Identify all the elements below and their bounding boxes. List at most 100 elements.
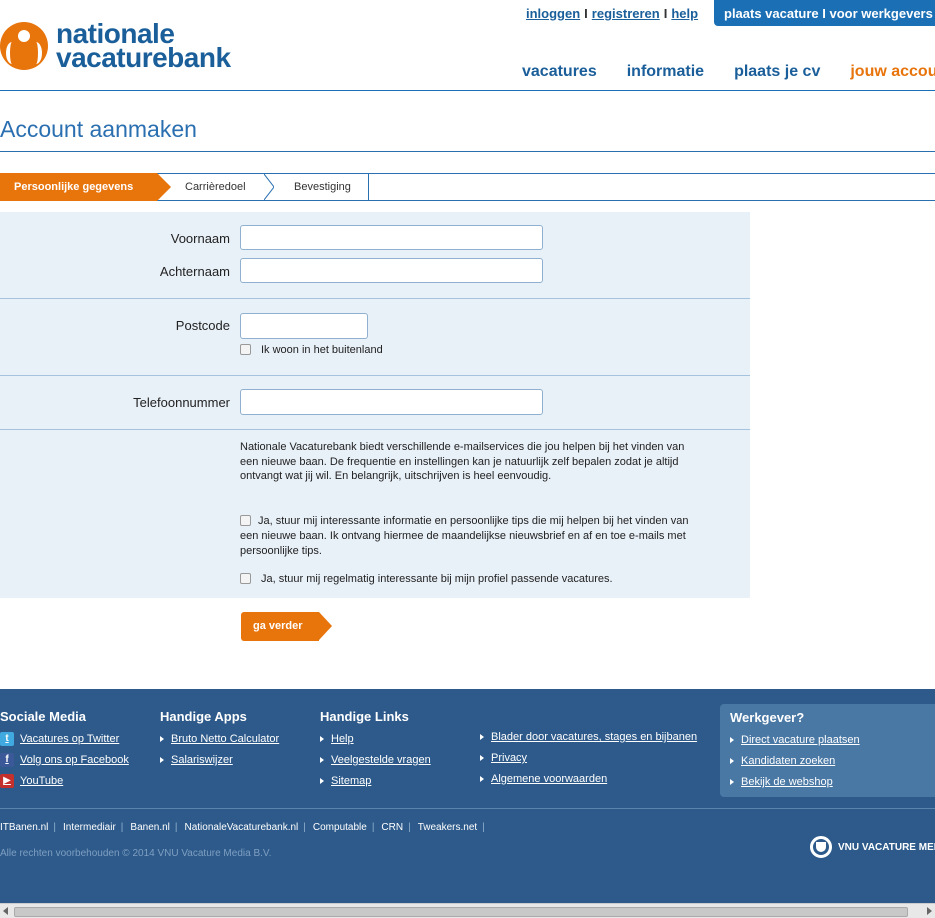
arrow-right-icon — [480, 755, 484, 761]
partner-link[interactable]: NationaleVacaturebank.nl — [185, 822, 299, 833]
nav-vacatures[interactable]: vacatures — [522, 63, 597, 81]
partner-separator: | — [120, 822, 124, 833]
arrow-right-icon — [320, 778, 324, 784]
postcode-label: Postcode — [175, 318, 230, 333]
social-link-twitter[interactable]: t Vacatures op Twitter — [0, 732, 129, 753]
footer-social-media: Sociale Media t Vacatures op Twitter f Volg… — [0, 709, 129, 795]
partner-separator: | — [174, 822, 178, 833]
footer-link-label: Volg ons op Facebook — [20, 754, 129, 766]
partner-link[interactable]: Banen.nl — [130, 822, 169, 833]
employer-box: Werkgever? Direct vacature plaatsen Kand… — [720, 704, 935, 797]
youtube-icon: ▶ — [0, 774, 14, 788]
footer-link-bruto-netto[interactable]: Bruto Netto Calculator — [160, 732, 279, 753]
footer-link-faq[interactable]: Veelgestelde vragen — [320, 753, 431, 774]
main-nav: vacatures informatie plaats je cv jouw a… — [522, 63, 935, 81]
partner-link[interactable]: Intermediair — [63, 822, 116, 833]
scroll-right-icon[interactable] — [927, 907, 932, 915]
form-divider — [0, 298, 750, 299]
partner-separator: | — [53, 822, 56, 833]
logo-person-icon — [0, 22, 48, 70]
arrow-right-icon — [480, 734, 484, 740]
tips-newsletter-label: Ja, stuur mij interessante informatie en… — [240, 515, 689, 557]
footer-link-label: Help — [331, 733, 354, 745]
vnu-logo[interactable]: VNU VACATURE MED — [810, 836, 935, 858]
copyright: Alle rechten voorbehouden © 2014 VNU Vac… — [0, 848, 272, 859]
page-title: Account aanmaken — [0, 116, 197, 142]
login-link[interactable]: inloggen — [526, 6, 580, 21]
partner-link[interactable]: Tweakers.net — [418, 822, 477, 833]
footer-apps-title: Handige Apps — [160, 709, 247, 724]
horizontal-scrollbar[interactable] — [0, 903, 935, 918]
top-link-separator: I — [663, 6, 668, 21]
step-end-divider — [368, 174, 369, 200]
site-logo[interactable]: nationale vacaturebank — [0, 20, 231, 72]
first-name-input[interactable] — [240, 225, 543, 250]
footer: Sociale Media t Vacatures op Twitter f Volg… — [0, 689, 935, 903]
footer-link-label: Kandidaten zoeken — [741, 755, 836, 767]
footer-link-salariswijzer[interactable]: Salariswijzer — [160, 753, 279, 774]
partner-sites: ITBanen.nl | Intermediair | Banen.nl | Nationa… — [0, 822, 492, 833]
top-links: inloggen Iregistreren Ihelp — [526, 6, 698, 21]
employer-link-find-candidates[interactable]: Kandidaten zoeken — [730, 754, 860, 775]
form-divider — [0, 375, 750, 376]
abroad-checkbox[interactable] — [240, 344, 251, 355]
help-link[interactable]: help — [671, 6, 698, 21]
scroll-left-icon[interactable] — [3, 907, 8, 915]
first-name-label: Voornaam — [170, 231, 230, 246]
abroad-label: Ik woon in het buitenland — [261, 344, 383, 356]
footer-link-label: Sitemap — [331, 775, 372, 787]
arrow-right-icon — [730, 737, 734, 743]
employer-link-webshop[interactable]: Bekijk de webshop — [730, 775, 860, 796]
facebook-icon: f — [0, 753, 14, 767]
partner-link[interactable]: ITBanen.nl — [0, 822, 48, 833]
footer-link-label: Salariswijzer — [171, 754, 233, 766]
footer-link-label: Bruto Netto Calculator — [171, 733, 280, 745]
arrow-right-icon — [320, 757, 324, 763]
matching-vacancies-checkbox[interactable] — [240, 573, 251, 584]
last-name-input[interactable] — [240, 258, 543, 283]
footer-link-privacy[interactable]: Privacy — [480, 751, 697, 772]
footer-link-help[interactable]: Help — [320, 732, 431, 753]
partner-link[interactable]: Computable — [313, 822, 367, 833]
footer-link-label: Veelgestelde vragen — [331, 754, 431, 766]
step-confirmation: Bevestiging — [294, 181, 351, 193]
partner-separator: | — [482, 822, 485, 833]
step-personal-details: Persoonlijke gegevens — [0, 173, 171, 201]
arrow-right-icon — [730, 758, 734, 764]
footer-link-label: Algemene voorwaarden — [491, 773, 608, 785]
nav-informatie[interactable]: informatie — [627, 63, 704, 81]
partner-link[interactable]: CRN — [381, 822, 403, 833]
footer-link-terms[interactable]: Algemene voorwaarden — [480, 772, 697, 793]
footer-handy-links: Handige Links Help Veelgestelde vragen S… — [320, 709, 431, 795]
arrow-right-icon — [320, 736, 324, 742]
nav-plaats-je-cv[interactable]: plaats je cv — [734, 63, 820, 81]
arrow-right-icon — [160, 736, 164, 742]
continue-button[interactable]: ga verder — [241, 612, 332, 641]
social-link-facebook[interactable]: f Volg ons op Facebook — [0, 753, 129, 774]
vnu-shield-icon — [810, 836, 832, 858]
step-chevron-icon — [264, 174, 274, 200]
employer-title: Werkgever? — [730, 710, 805, 725]
post-vacancy-employers-button[interactable]: plaats vacature I voor werkgevers — [714, 0, 935, 26]
arrow-right-icon — [730, 779, 734, 785]
employer-link-post-vacancy[interactable]: Direct vacature plaatsen — [730, 733, 860, 754]
social-link-youtube[interactable]: ▶ YouTube — [0, 774, 129, 795]
footer-divider — [0, 808, 935, 809]
step-indicator: Persoonlijke gegevens Carrièredoel Beves… — [0, 173, 935, 201]
footer-link-browse[interactable]: Blader door vacatures, stages en bijbane… — [480, 730, 697, 751]
partner-separator: | — [408, 822, 411, 833]
phone-input[interactable] — [240, 389, 543, 415]
arrow-right-icon — [480, 776, 484, 782]
arrow-right-icon — [160, 757, 164, 763]
register-link[interactable]: registreren — [592, 6, 660, 21]
nav-jouw-account[interactable]: jouw accou — [850, 63, 935, 81]
title-divider — [0, 151, 935, 152]
vnu-logo-text: VNU VACATURE MED — [838, 841, 935, 853]
postcode-input[interactable] — [240, 313, 368, 339]
phone-label: Telefoonnummer — [133, 395, 230, 410]
footer-link-label: Blader door vacatures, stages en bijbane… — [491, 731, 698, 743]
matching-vacancies-label: Ja, stuur mij regelmatig interessante bi… — [261, 573, 613, 585]
scrollbar-thumb[interactable] — [14, 907, 908, 917]
footer-link-sitemap[interactable]: Sitemap — [320, 774, 431, 795]
partner-separator: | — [371, 822, 375, 833]
